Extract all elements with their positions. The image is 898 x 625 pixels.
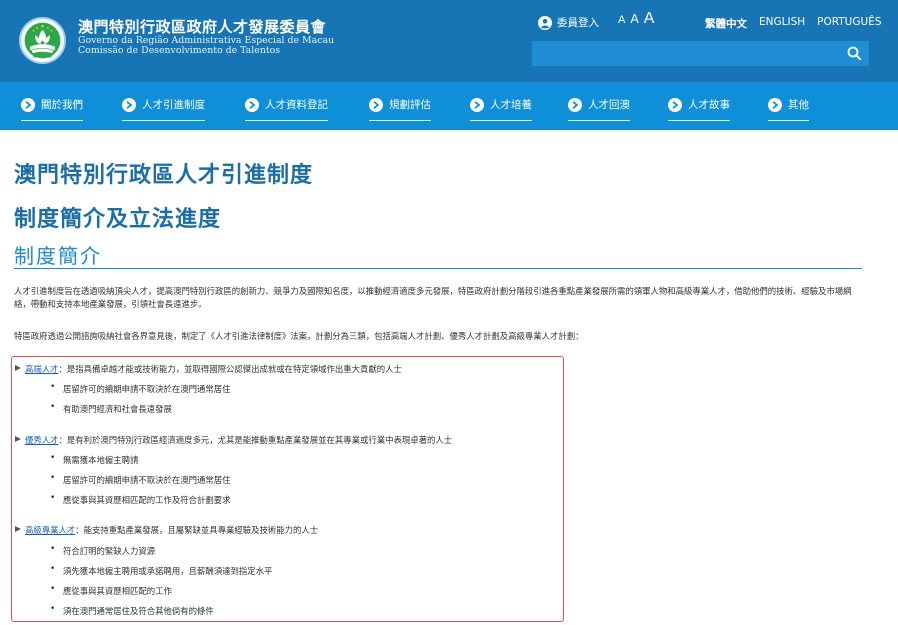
list-item: 須先獲本地僱主聘用或承諾聘用，且薪酬須達到指定水平 (50, 564, 272, 577)
section-heading: 制度簡介 (14, 244, 102, 268)
triangle-right-icon (15, 365, 21, 371)
nav-item-talent-return[interactable]: 人才回澳 (568, 97, 630, 121)
nav-item-label: 其他 (788, 99, 809, 111)
category-high-end: 高端人才：是指具備卓越才能或技術能力，並取得國際公認傑出成就或在特定領域作出重大… (15, 363, 402, 375)
arrow-right-icon (668, 97, 682, 112)
member-login-label: 委員登入 (557, 17, 599, 29)
nav-item-label: 人才故事 (688, 99, 730, 111)
list-item: 須在澳門通常居住及符合其他倘有的條件 (50, 604, 214, 617)
arrow-right-icon (369, 97, 383, 112)
language-switcher: 繁體中文 ENGLISH PORTUGUÊS (705, 16, 882, 31)
list-item: 無需獲本地僱主聘請 (50, 453, 138, 466)
category-excellent: 優秀人才：是有利於澳門特別行政區經濟適度多元，尤其是能推動重點產業發展並在其專業… (15, 434, 452, 446)
nav-item-talent-training[interactable]: 人才培養 (470, 97, 532, 121)
font-size-large-button[interactable]: A (644, 10, 655, 28)
nav-item-talent-registration[interactable]: 人才資料登記 (245, 97, 328, 121)
nav-item-label: 人才資料登記 (265, 99, 328, 111)
nav-item-label: 人才引進制度 (142, 99, 205, 111)
list-item: 符合訂明的緊缺人力資源 (50, 544, 155, 557)
nav-item-label: 關於我們 (41, 99, 83, 111)
lang-pt-link[interactable]: PORTUGUÊS (817, 16, 881, 31)
arrow-right-icon (122, 97, 136, 112)
triangle-right-icon (15, 526, 21, 532)
arrow-right-icon (21, 97, 35, 112)
list-item: 有助澳門經濟和社會長遠發展 (50, 402, 172, 415)
nav-item-talent-system[interactable]: 人才引進制度 (122, 97, 205, 121)
category-senior-professional: 高級專業人才：能支持重點產業發展，且屬緊缺並具專業經驗及技術能力的人士 (15, 524, 318, 536)
list-item: 應從事與其資歷相匹配的工作及符合計劃要求 (50, 493, 230, 506)
font-size-medium-button[interactable]: A (630, 12, 638, 26)
section-divider (14, 268, 862, 269)
font-size-small-button[interactable]: A (618, 14, 625, 26)
main-nav: 關於我們 人才引進制度 人才資料登記 規劃評估 人才培養 人才回澳 人才故事 其… (0, 82, 898, 130)
category-link[interactable]: 高級專業人才 (25, 525, 75, 535)
search-icon[interactable] (846, 45, 863, 62)
triangle-right-icon (15, 436, 21, 442)
nav-item-label: 規劃評估 (389, 99, 431, 111)
list-item: 應從事與其資歷相匹配的工作 (50, 584, 172, 597)
org-name: 澳門特別行政區政府人才發展委員會 (78, 18, 327, 36)
page-subtitle: 制度簡介及立法進度 (14, 207, 222, 232)
nav-item-talent-stories[interactable]: 人才故事 (668, 97, 730, 121)
font-size-controls: A A A (618, 10, 654, 28)
org-subtitle-line2: Comissão de Desenvolvimento de Talentos (78, 45, 281, 56)
site-header: 澳門特別行政區政府人才發展委員會 Governo da Região Admin… (0, 0, 898, 82)
plan-paragraph: 特區政府透過公開諮詢吸納社會各界意見後，制定了《人才引進法律制度》法案，計劃分為… (14, 331, 584, 341)
arrow-right-icon (470, 97, 484, 112)
category-link[interactable]: 高端人才 (25, 364, 59, 374)
lang-zh-link[interactable]: 繁體中文 (705, 16, 747, 31)
category-description: ：能支持重點產業發展，且屬緊缺並具專業經驗及技術能力的人士 (75, 525, 319, 535)
arrow-right-icon (568, 97, 582, 112)
macau-emblem-icon (21, 19, 64, 62)
arrow-right-icon (768, 97, 782, 112)
nav-item-about[interactable]: 關於我們 (21, 97, 83, 121)
list-item: 居留許可的續期申請不取決於在澳門通常居住 (50, 382, 230, 395)
talent-categories-box: 高端人才：是指具備卓越才能或技術能力，並取得國際公認傑出成就或在特定領域作出重大… (11, 356, 564, 622)
nav-item-planning[interactable]: 規劃評估 (369, 97, 431, 121)
nav-item-others[interactable]: 其他 (768, 97, 809, 121)
nav-item-label: 人才培養 (490, 99, 532, 111)
nav-item-label: 人才回澳 (588, 99, 630, 111)
search-input[interactable] (532, 41, 832, 66)
search-bar (532, 41, 869, 66)
macau-emblem-logo[interactable] (19, 17, 66, 64)
intro-paragraph: 人才引進制度旨在透過吸納頂尖人才，提高澳門特別行政區的創新力、競爭力及國際知名度… (14, 286, 852, 309)
category-description: ：是指具備卓越才能或技術能力，並取得國際公認傑出成就或在特定領域作出重大貢獻的人… (58, 364, 402, 374)
category-description: ：是有利於澳門特別行政區經濟適度多元，尤其是能推動重點產業發展並在其專業或行業中… (58, 435, 453, 445)
page-title: 澳門特別行政區人才引進制度 (14, 163, 314, 188)
lang-en-link[interactable]: ENGLISH (759, 16, 805, 31)
arrow-right-icon (245, 97, 259, 112)
member-login-link[interactable]: 委員登入 (538, 15, 599, 30)
category-link[interactable]: 優秀人才 (25, 435, 59, 445)
list-item: 居留許可的續期申請不取決於在澳門通常居住 (50, 473, 230, 486)
user-icon (538, 15, 552, 30)
